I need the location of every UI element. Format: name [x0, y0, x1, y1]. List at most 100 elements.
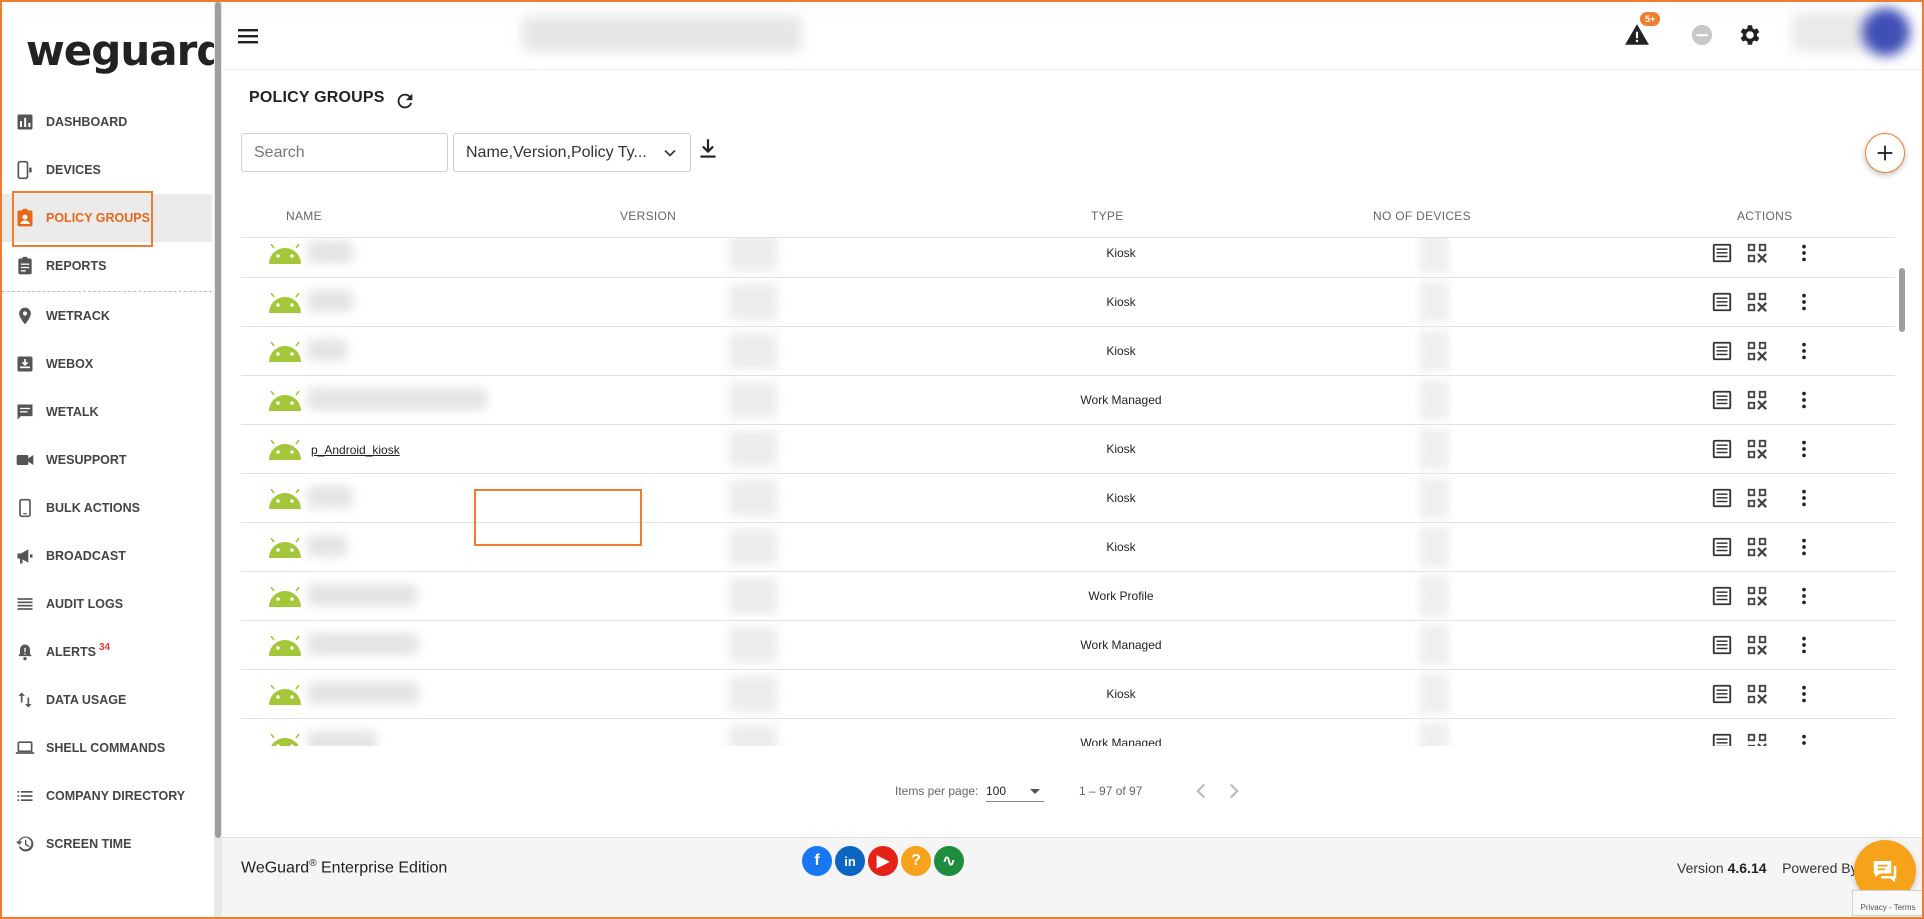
- sidebar-item-devices[interactable]: DEVICES: [2, 146, 212, 194]
- details-list-icon[interactable]: [1711, 732, 1733, 746]
- column-name[interactable]: NAME: [286, 209, 322, 223]
- table-row[interactable]: Work Managed: [241, 621, 1895, 670]
- details-list-icon[interactable]: [1711, 340, 1733, 362]
- more-options-icon[interactable]: [1793, 732, 1815, 746]
- qr-code-icon[interactable]: [1746, 340, 1768, 362]
- column-actions: ACTIONS: [1737, 209, 1793, 223]
- add-policy-group-button[interactable]: [1865, 133, 1905, 173]
- table-row[interactable]: Work Managed: [241, 376, 1895, 425]
- details-list-icon[interactable]: [1711, 585, 1733, 607]
- more-options-icon[interactable]: [1793, 683, 1815, 705]
- search-input[interactable]: [241, 133, 448, 172]
- sidebar-item-wetalk[interactable]: WETALK: [2, 388, 212, 436]
- redacted-policy-name[interactable]: [307, 486, 353, 508]
- redacted-policy-name[interactable]: [307, 633, 419, 655]
- more-options-icon[interactable]: [1793, 487, 1815, 509]
- avatar[interactable]: [1862, 8, 1910, 56]
- sidebar-item-company-directory[interactable]: COMPANY DIRECTORY: [2, 772, 212, 820]
- minus-circle-icon[interactable]: [1691, 24, 1713, 46]
- table-row[interactable]: Work Managed: [241, 719, 1895, 746]
- details-list-icon[interactable]: [1711, 291, 1733, 313]
- redacted-policy-name[interactable]: [307, 731, 377, 746]
- policy-name-link[interactable]: p_Android_kiosk: [311, 443, 400, 457]
- sidebar-item-screen-time[interactable]: SCREEN TIME: [2, 820, 212, 868]
- redacted-policy-name[interactable]: [307, 584, 417, 606]
- table-scroll-thumb[interactable]: [1899, 268, 1905, 332]
- linkedin-icon[interactable]: in: [835, 846, 865, 876]
- details-list-icon[interactable]: [1711, 438, 1733, 460]
- facebook-icon[interactable]: f: [802, 846, 832, 876]
- more-options-icon[interactable]: [1793, 536, 1815, 558]
- previous-page-icon[interactable]: [1188, 778, 1214, 804]
- sidebar-item-audit-logs[interactable]: AUDIT LOGS: [2, 580, 212, 628]
- help-icon[interactable]: ?: [901, 846, 931, 876]
- sidebar-item-reports[interactable]: REPORTS: [2, 242, 212, 290]
- details-list-icon[interactable]: [1711, 487, 1733, 509]
- sidebar-scroll-thumb[interactable]: [215, 2, 221, 838]
- qr-code-icon[interactable]: [1746, 585, 1768, 607]
- sidebar-item-shell-commands[interactable]: SHELL COMMANDS: [2, 724, 212, 772]
- table-row[interactable]: Kiosk: [241, 327, 1895, 376]
- youtube-icon[interactable]: ▶: [868, 846, 898, 876]
- sidebar-item-wetrack[interactable]: WETRACK: [2, 292, 212, 340]
- download-icon[interactable]: [695, 136, 721, 162]
- redacted-policy-name[interactable]: [307, 535, 347, 557]
- column-type[interactable]: TYPE: [1091, 209, 1124, 223]
- qr-code-icon[interactable]: [1746, 732, 1768, 746]
- qr-code-icon[interactable]: [1746, 536, 1768, 558]
- sidebar-item-webox[interactable]: WEBOX: [2, 340, 212, 388]
- recaptcha-badge[interactable]: Privacy - Terms: [1852, 890, 1922, 916]
- sidebar-item-data-usage[interactable]: DATA USAGE: [2, 676, 212, 724]
- column-version[interactable]: VERSION: [620, 209, 676, 223]
- qr-code-icon[interactable]: [1746, 487, 1768, 509]
- search-field-select[interactable]: Name,Version,Policy Ty...: [453, 133, 691, 172]
- table-row[interactable]: p_Android_kiosk Kiosk: [241, 425, 1895, 474]
- qr-code-icon[interactable]: [1746, 438, 1768, 460]
- gear-icon[interactable]: [1736, 22, 1762, 48]
- redacted-policy-name[interactable]: [307, 339, 347, 361]
- refresh-icon[interactable]: [394, 90, 416, 112]
- table-row[interactable]: Kiosk: [241, 278, 1895, 327]
- next-page-icon[interactable]: [1221, 778, 1247, 804]
- redacted-policy-name[interactable]: [307, 388, 487, 410]
- more-options-icon[interactable]: [1793, 585, 1815, 607]
- redacted-policy-name[interactable]: [307, 682, 419, 704]
- table-row[interactable]: Kiosk: [241, 238, 1895, 278]
- column-no-of-devices[interactable]: NO OF DEVICES: [1373, 209, 1471, 223]
- details-list-icon[interactable]: [1711, 242, 1733, 264]
- more-options-icon[interactable]: [1793, 438, 1815, 460]
- sidebar-item-dashboard[interactable]: DASHBOARD: [2, 98, 212, 146]
- qr-code-icon[interactable]: [1746, 389, 1768, 411]
- pulse-icon[interactable]: ∿: [934, 846, 964, 876]
- redacted-policy-name[interactable]: [307, 241, 353, 263]
- details-list-icon[interactable]: [1711, 634, 1733, 656]
- sidebar-item-broadcast[interactable]: BROADCAST: [2, 532, 212, 580]
- details-list-icon[interactable]: [1711, 683, 1733, 705]
- qr-code-icon[interactable]: [1746, 634, 1768, 656]
- history-icon: [14, 833, 36, 855]
- redacted-device-count: [1419, 429, 1449, 469]
- details-list-icon[interactable]: [1711, 536, 1733, 558]
- more-options-icon[interactable]: [1793, 340, 1815, 362]
- policy-type: Kiosk: [1106, 687, 1136, 701]
- sidebar-item-wesupport[interactable]: WESUPPORT: [2, 436, 212, 484]
- sidebar-divider: [2, 291, 212, 292]
- redacted-policy-name[interactable]: [307, 290, 353, 312]
- qr-code-icon[interactable]: [1746, 291, 1768, 313]
- table-row[interactable]: Kiosk: [241, 670, 1895, 719]
- more-options-icon[interactable]: [1793, 634, 1815, 656]
- more-options-icon[interactable]: [1793, 242, 1815, 264]
- table-scrollbar[interactable]: [1897, 194, 1907, 746]
- qr-code-icon[interactable]: [1746, 242, 1768, 264]
- table-row[interactable]: Work Profile: [241, 572, 1895, 621]
- hamburger-menu-icon[interactable]: [236, 24, 260, 48]
- sidebar-scrollbar[interactable]: [214, 2, 222, 917]
- qr-code-icon[interactable]: [1746, 683, 1768, 705]
- sidebar-item-alerts[interactable]: ALERTS 34: [2, 628, 212, 676]
- more-options-icon[interactable]: [1793, 291, 1815, 313]
- details-list-icon[interactable]: [1711, 389, 1733, 411]
- alerts-button[interactable]: 5+: [1624, 12, 1661, 48]
- sidebar-item-bulk-actions[interactable]: BULK ACTIONS: [2, 484, 212, 532]
- page-size-select[interactable]: 100: [986, 778, 1044, 802]
- more-options-icon[interactable]: [1793, 389, 1815, 411]
